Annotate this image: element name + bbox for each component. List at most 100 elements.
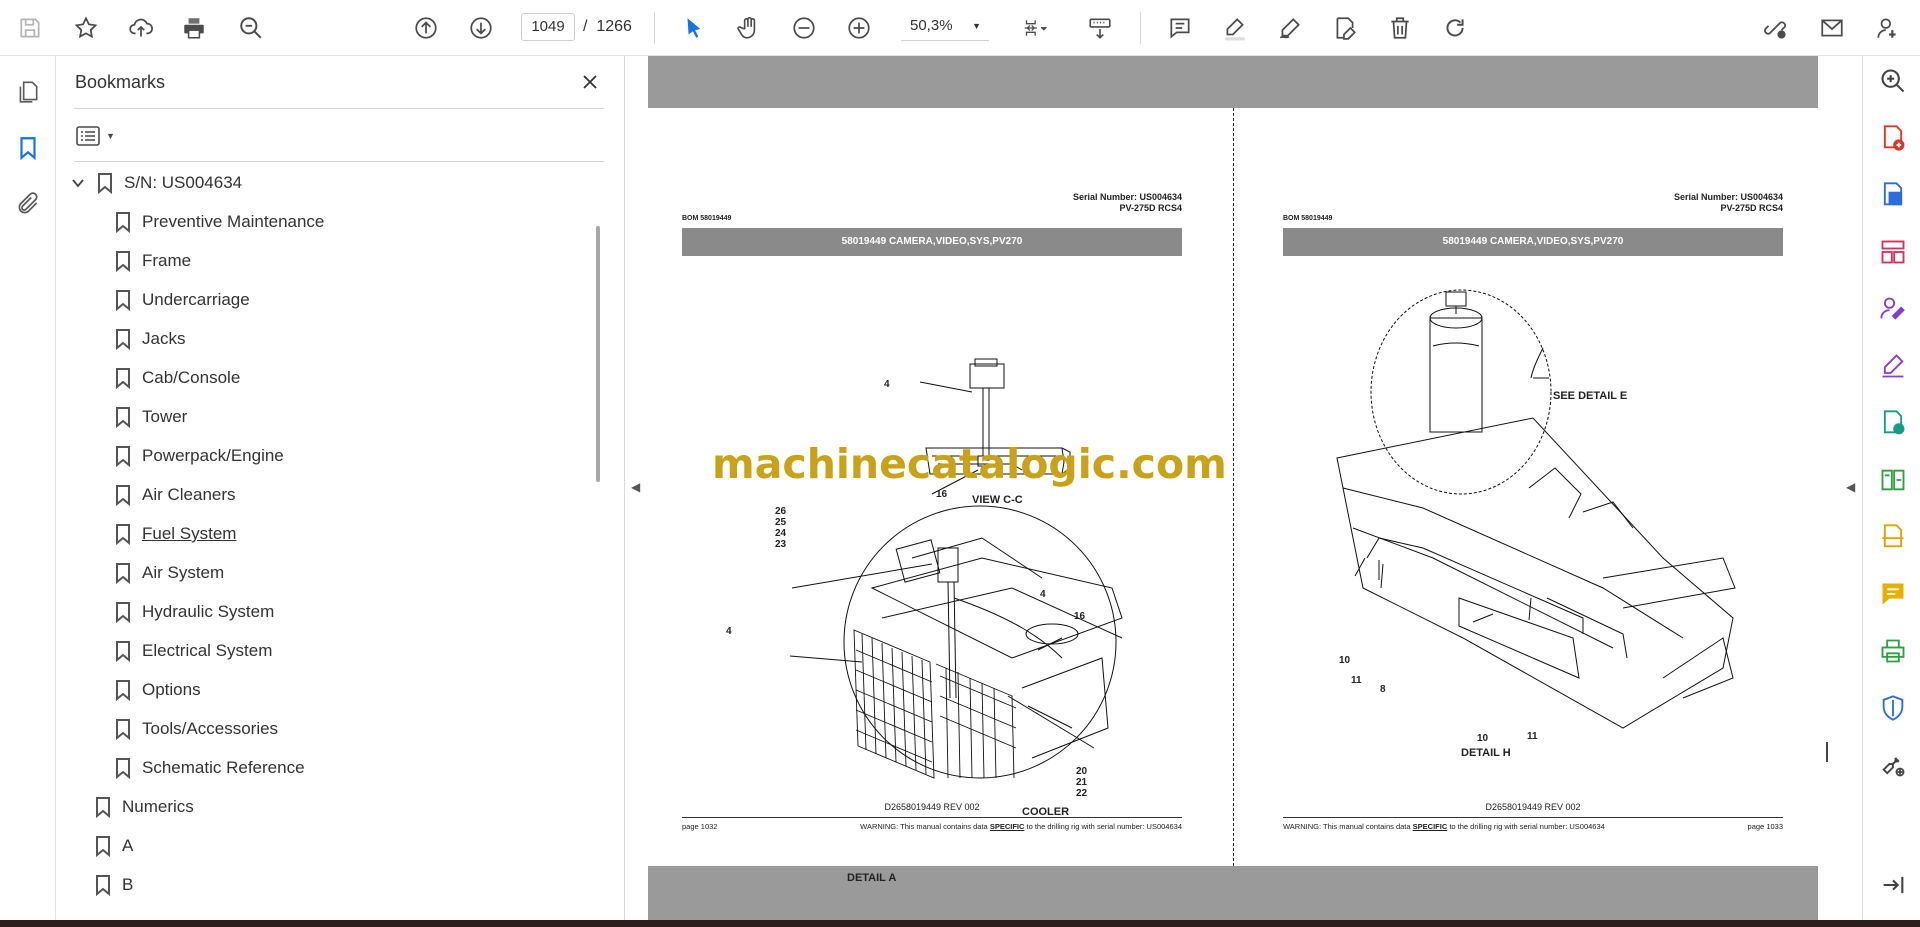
bookmark-icon [96, 797, 110, 818]
bookmark-item[interactable]: Tools/Accessories [114, 714, 278, 744]
bookmark-label: B [122, 875, 134, 894]
more-tools-icon[interactable] [1878, 750, 1908, 780]
watermark-text: machinecatalogic.com [712, 440, 1227, 488]
bookmark-item[interactable]: Options [114, 675, 201, 705]
callout-label: 16 [1074, 611, 1086, 622]
bookmark-item[interactable]: Preventive Maintenance [114, 207, 324, 237]
highlight-icon[interactable] [1217, 10, 1253, 46]
request-signature-icon[interactable] [1878, 294, 1908, 324]
bom-number: BOM 58019449 [1283, 215, 1333, 222]
viewer-scrollbar[interactable] [1826, 742, 1828, 762]
bookmark-item[interactable]: Undercarriage [114, 285, 250, 315]
callout-label: 25 [775, 517, 787, 528]
scan-icon[interactable] [1878, 522, 1908, 552]
bookmark-icon[interactable] [12, 132, 44, 164]
left-navigation-rail [0, 56, 56, 920]
share-link-icon[interactable] [1757, 10, 1793, 46]
fill-sign-icon[interactable] [1878, 351, 1908, 381]
serial-number: Serial Number: US004634 PV-275D RCS4 [1673, 192, 1783, 213]
protect-icon[interactable] [1878, 693, 1908, 723]
zoom-icon[interactable] [1878, 66, 1908, 96]
draw-icon[interactable] [1272, 10, 1308, 46]
bookmark-item-root[interactable]: S/N: US004634 [70, 168, 242, 198]
bookmark-icon [116, 485, 130, 506]
star-icon[interactable] [68, 10, 104, 46]
upload-icon[interactable] [123, 10, 159, 46]
page-thumbnails-icon[interactable] [12, 76, 44, 108]
chevron-down-icon[interactable] [70, 175, 86, 191]
bookmark-item[interactable]: Air Cleaners [114, 480, 236, 510]
comment-icon[interactable] [1878, 579, 1908, 609]
bookmark-icon [116, 641, 130, 662]
document-viewer[interactable]: Serial Number: US004634 PV-275D RCS4 BOM … [648, 56, 1818, 920]
expand-rail-icon[interactable]: ◀ [1846, 480, 1855, 494]
delete-icon[interactable] [1382, 10, 1418, 46]
print-production-icon[interactable] [1878, 636, 1908, 666]
bookmark-item[interactable]: Jacks [114, 324, 185, 354]
collapse-panel-icon[interactable]: ◀ [631, 480, 640, 494]
bookmark-label: Frame [142, 251, 192, 270]
comment-icon[interactable] [1162, 10, 1198, 46]
edit-icon[interactable] [1327, 10, 1363, 46]
page-up-icon[interactable] [408, 10, 444, 46]
rotate-icon[interactable] [1437, 10, 1473, 46]
bookmark-item[interactable]: Frame [114, 246, 191, 276]
bookmark-icon [116, 446, 130, 467]
account-icon[interactable] [1870, 10, 1906, 46]
compare-icon[interactable] [1878, 465, 1908, 495]
detail-label: DETAIL A [847, 872, 897, 884]
callout-label: 4 [884, 379, 890, 390]
page-down-icon[interactable] [463, 10, 499, 46]
zoom-out-icon[interactable] [786, 10, 822, 46]
fit-page-icon[interactable] [1012, 10, 1060, 46]
page-number-input[interactable]: 1049 [521, 13, 575, 41]
callout-label: COOLER [1022, 806, 1070, 818]
zoom-in-icon[interactable] [841, 10, 877, 46]
detail-label: DETAIL H [1461, 747, 1511, 759]
toolbar-divider [654, 12, 655, 44]
select-arrow-icon[interactable] [676, 10, 712, 46]
bookmark-item-hovered[interactable]: Fuel System [114, 519, 236, 549]
export-pdf-icon[interactable] [1878, 180, 1908, 210]
callout-label: 4 [726, 626, 732, 637]
chevron-down-icon: ▼ [972, 21, 981, 31]
scroll-mode-icon[interactable] [1082, 10, 1118, 46]
bookmark-options-button[interactable]: ▼ [76, 122, 126, 150]
bookmark-item[interactable]: Electrical System [114, 636, 272, 666]
bookmark-item[interactable]: Hydraulic System [114, 597, 274, 627]
bookmark-label: Jacks [142, 329, 186, 348]
zoom-level-select[interactable]: 50,3% ▼ [901, 13, 989, 41]
bookmark-item[interactable]: A [94, 831, 133, 861]
bookmark-item[interactable]: Numerics [94, 792, 194, 822]
organize-pages-icon[interactable] [1878, 237, 1908, 267]
callout-label: 8 [1380, 684, 1386, 695]
bookmark-label: Powerpack/Engine [142, 446, 284, 465]
divider [74, 108, 604, 109]
attachment-icon[interactable] [12, 188, 44, 220]
collapse-rail-icon[interactable] [1878, 870, 1908, 900]
save-icon[interactable] [12, 10, 48, 46]
zoom-search-icon[interactable] [233, 10, 269, 46]
bookmark-item[interactable]: Air System [114, 558, 224, 588]
bookmark-item[interactable]: Tower [114, 402, 187, 432]
send-review-icon[interactable] [1878, 408, 1908, 438]
create-pdf-icon[interactable] [1878, 123, 1908, 153]
bookmark-item[interactable]: Schematic Reference [114, 753, 305, 783]
bookmark-item[interactable]: Powerpack/Engine [114, 441, 284, 471]
callout-label: 4 [1040, 589, 1046, 600]
mail-icon[interactable] [1814, 10, 1850, 46]
parts-diagram [1336, 289, 1736, 729]
bookmark-label: Tools/Accessories [142, 719, 279, 738]
bookmark-label: S/N: US004634 [124, 173, 243, 192]
bookmark-label: Tower [142, 407, 188, 426]
print-icon[interactable] [176, 10, 212, 46]
bookmark-item[interactable]: B [94, 870, 133, 900]
hand-icon[interactable] [731, 10, 767, 46]
page-count: / 1266 [583, 18, 632, 35]
bookmark-label: Numerics [122, 797, 194, 816]
bookmark-item[interactable]: Cab/Console [114, 363, 240, 393]
toolbar-divider [1140, 12, 1141, 44]
panel-scrollbar[interactable] [596, 226, 600, 482]
bookmark-label: Cab/Console [142, 368, 241, 387]
close-icon[interactable] [576, 68, 604, 96]
